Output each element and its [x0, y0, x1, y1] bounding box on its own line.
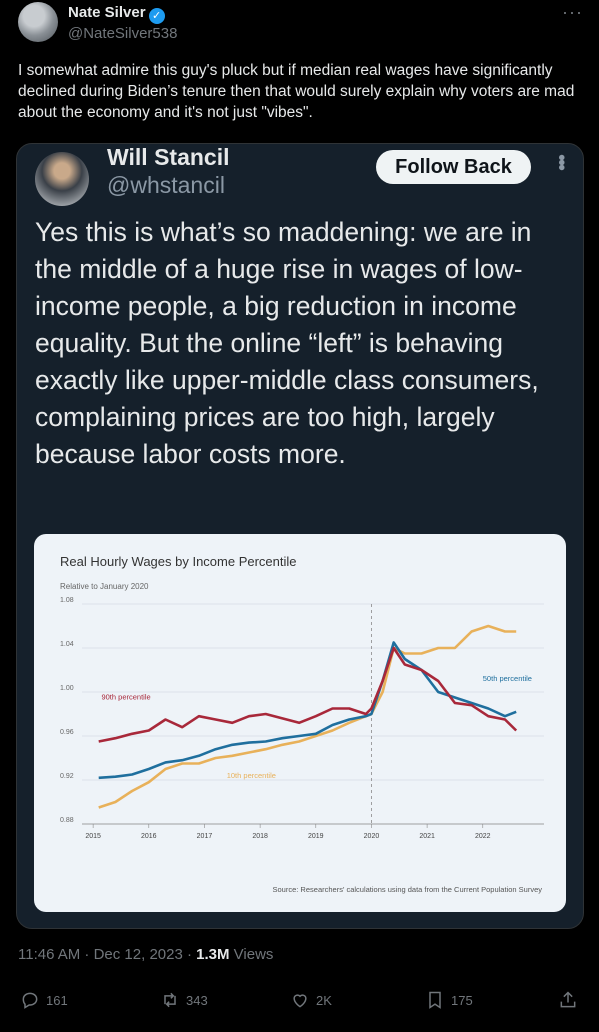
chart-source: Source: Researchers' calculations using …	[273, 885, 543, 894]
x-tick-label: 2017	[197, 833, 213, 840]
y-tick-label: 1.00	[60, 685, 74, 692]
action-bar: 161 343 2K 175	[0, 990, 599, 1020]
quoted-author-handle[interactable]: @whstancil	[107, 172, 225, 199]
x-tick-label: 2015	[85, 833, 101, 840]
wage-chart: Real Hourly Wages by Income Percentile Re…	[60, 554, 544, 894]
views-count: 1.3M	[196, 946, 230, 963]
y-tick-label: 0.92	[60, 773, 74, 780]
x-tick-label: 2020	[364, 833, 380, 840]
x-tick-label: 2016	[141, 833, 157, 840]
more-options-icon[interactable]: ···	[562, 2, 583, 23]
reply-icon	[22, 992, 38, 1009]
x-tick-label: 2018	[252, 833, 268, 840]
series-line-50th-percentile	[98, 641, 517, 780]
repost-icon	[164, 992, 176, 1008]
follow-back-button[interactable]: Follow Back	[376, 150, 531, 184]
reply-count: 161	[46, 992, 68, 1008]
series-line-90th-percentile	[98, 646, 518, 743]
x-tick-label: 2022	[475, 833, 491, 840]
author-handle[interactable]: @NateSilver538	[68, 25, 177, 42]
like-button[interactable]: 2K	[290, 990, 332, 1010]
bookmark-count: 175	[451, 992, 473, 1008]
timestamp-text[interactable]: 11:46 AM · Dec 12, 2023 ·	[18, 946, 196, 963]
quoted-author-avatar[interactable]	[35, 152, 89, 206]
heart-icon	[293, 994, 307, 1008]
quoted-post[interactable]: Will Stancil @whstancil Follow Back ••• …	[16, 143, 584, 929]
author-name-row[interactable]: Nate Silver ✓	[68, 4, 165, 24]
bookmark-button[interactable]: 175	[425, 990, 473, 1010]
series-label-50th: 50th percentile	[483, 674, 532, 683]
quoted-author-name[interactable]: Will Stancil	[107, 144, 229, 171]
x-tick-label: 2021	[419, 833, 435, 840]
views-label: Views	[229, 946, 274, 963]
series-label-10th: 10th percentile	[227, 771, 276, 780]
chart-subtitle: Relative to January 2020	[60, 582, 149, 591]
share-icon	[560, 991, 576, 1008]
like-count: 2K	[316, 992, 332, 1008]
y-tick-label: 1.08	[60, 597, 74, 604]
author-name[interactable]: Nate Silver	[68, 4, 146, 21]
series-label-90th: 90th percentile	[101, 693, 150, 702]
chart-title: Real Hourly Wages by Income Percentile	[60, 554, 297, 569]
quoted-more-options-icon[interactable]: •••	[549, 154, 572, 169]
post-text: I somewhat admire this guy's pluck but i…	[18, 62, 575, 121]
y-tick-label: 1.04	[60, 641, 74, 648]
verified-badge-icon: ✓	[148, 8, 165, 24]
repost-count: 343	[186, 992, 208, 1008]
reply-button[interactable]: 161	[20, 990, 68, 1010]
y-tick-label: 0.96	[60, 729, 74, 736]
post-timestamp[interactable]: 11:46 AM · Dec 12, 2023 · 1.3M Views	[18, 946, 273, 963]
share-button[interactable]	[558, 990, 578, 1010]
y-tick-label: 0.88	[60, 817, 74, 824]
bookmark-icon	[429, 991, 441, 1009]
chart-image[interactable]: Real Hourly Wages by Income Percentile Re…	[34, 534, 566, 912]
author-avatar[interactable]	[18, 2, 58, 42]
x-tick-label: 2019	[308, 833, 324, 840]
quoted-post-text: Yes this is what’s so maddening: we are …	[35, 217, 539, 469]
repost-button[interactable]: 343	[160, 990, 208, 1010]
